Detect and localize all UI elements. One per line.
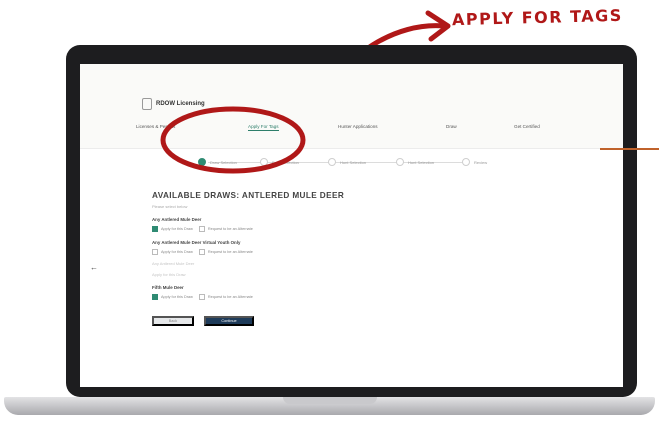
- form-actions: Back Continue: [152, 316, 452, 326]
- page-title: AVAILABLE DRAWS: ANTLERED MULE DEER: [152, 191, 345, 200]
- checkbox-label: Request to be an Alternate: [207, 250, 253, 254]
- step-1-label: Draw Selection: [210, 159, 237, 165]
- step-2-label: Entry Selection: [272, 159, 299, 165]
- laptop-screen: RDOW Licensing Licenses & Permits Apply …: [80, 64, 623, 387]
- checkbox-unchecked[interactable]: [198, 294, 205, 300]
- annotation-arrowhead: [425, 10, 451, 42]
- laptop-notch: [283, 397, 377, 404]
- step-5[interactable]: Review: [462, 158, 487, 166]
- step-3-indicator: [328, 158, 336, 166]
- continue-button[interactable]: Continue: [204, 316, 254, 326]
- checkbox-label: Request to be an Alternate: [207, 295, 253, 299]
- alternate-checkbox[interactable]: Request to be an Alternate: [198, 249, 253, 255]
- checkbox-unchecked[interactable]: [198, 249, 205, 255]
- annotation-label: APPLY FOR TAGS: [451, 5, 624, 30]
- nav-item-apply-for-tags[interactable]: Apply For Tags: [248, 124, 279, 131]
- checkbox-checked[interactable]: [152, 226, 158, 232]
- step-3[interactable]: Hunt Selection: [328, 158, 366, 166]
- step-5-indicator: [462, 158, 470, 166]
- step-1[interactable]: Draw Selection: [198, 158, 237, 166]
- draw-options: Apply for this Draw Request to be an Alt…: [152, 226, 452, 232]
- step-2[interactable]: Entry Selection: [260, 158, 299, 166]
- checkbox-label: Apply for this Draw: [161, 295, 193, 299]
- step-progress: Draw Selection Entry Selection Hunt Sele…: [80, 149, 623, 179]
- logo[interactable]: RDOW Licensing: [142, 98, 205, 110]
- alternate-checkbox[interactable]: Request to be an Alternate: [198, 294, 253, 300]
- logo-icon: [142, 98, 152, 110]
- faint-text: Apply for this Draw: [152, 272, 186, 277]
- apply-checkbox[interactable]: Apply for this Draw: [152, 249, 193, 255]
- draw-options: Apply for this Draw Request to be an Alt…: [152, 249, 452, 255]
- step-2-indicator: [260, 158, 268, 166]
- step-5-label: Review: [474, 159, 488, 165]
- apply-checkbox[interactable]: Apply for this Draw: [152, 294, 193, 300]
- logo-text: RDOW Licensing: [156, 101, 205, 107]
- nav-item-get-certified[interactable]: Get Certified: [514, 124, 540, 129]
- main-content: AVAILABLE DRAWS: ANTLERED MULE DEER Plea…: [152, 191, 452, 326]
- step-4[interactable]: Hunt Selection: [396, 158, 434, 166]
- page-subtitle: Please select below: [152, 204, 188, 209]
- app-header: RDOW Licensing Licenses & Permits Apply …: [80, 64, 623, 149]
- back-arrow-icon[interactable]: ←: [90, 263, 98, 272]
- step-4-label: Hunt Selection: [408, 159, 435, 165]
- faint-text: Any Antlered Mule Deer: [152, 261, 195, 266]
- alternate-checkbox[interactable]: Request to be an Alternate: [198, 226, 253, 232]
- nav-item-hunter-applications[interactable]: Hunter Applications: [338, 124, 378, 129]
- checkbox-checked[interactable]: [152, 294, 158, 300]
- step-3-label: Hunt Selection: [340, 159, 367, 165]
- stage: APPLY FOR TAGS RDOW Licensing Licenses &…: [0, 0, 659, 429]
- main-nav: Licenses & Permits Apply For Tags Hunter…: [80, 124, 623, 136]
- draw-title: Any Antlered Mule Deer: [152, 217, 202, 222]
- nav-item-licenses[interactable]: Licenses & Permits: [136, 124, 175, 129]
- draw-section-1: Any Antlered Mule Deer Apply for this Dr…: [152, 217, 452, 232]
- draw-section-2: Any Antlered Mule Deer Virtual Youth Onl…: [152, 240, 452, 277]
- checkbox-label: Apply for this Draw: [161, 250, 193, 254]
- checkbox-unchecked[interactable]: [152, 249, 158, 255]
- step-1-indicator: [198, 158, 206, 166]
- decorative-rule: [600, 148, 659, 150]
- draw-title: Fifth Mule Deer: [152, 285, 184, 290]
- nav-item-draw[interactable]: Draw: [446, 124, 457, 129]
- back-button[interactable]: Back: [152, 316, 194, 326]
- checkbox-label: Request to be an Alternate: [207, 227, 253, 231]
- draw-title: Any Antlered Mule Deer Virtual Youth Onl…: [152, 240, 241, 245]
- apply-checkbox[interactable]: Apply for this Draw: [152, 226, 193, 232]
- draw-section-3: Fifth Mule Deer Apply for this Draw Requ…: [152, 285, 452, 300]
- step-4-indicator: [396, 158, 404, 166]
- draw-options: Apply for this Draw Request to be an Alt…: [152, 294, 452, 300]
- checkbox-label: Apply for this Draw: [161, 227, 193, 231]
- checkbox-unchecked[interactable]: [198, 226, 205, 232]
